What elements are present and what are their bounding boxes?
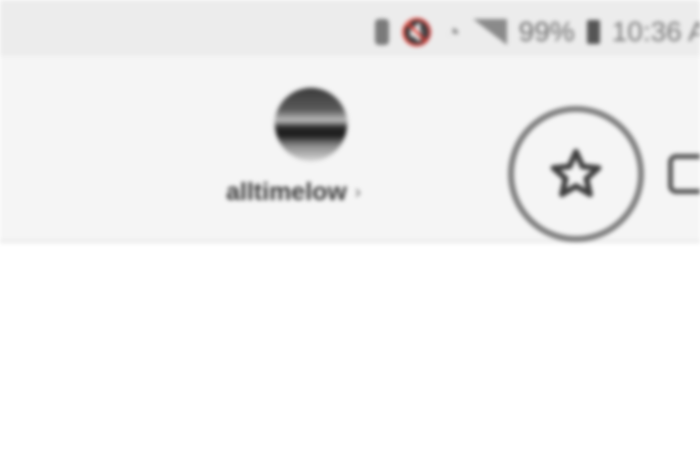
battery-icon — [586, 20, 600, 44]
username-row[interactable]: alltimelow › — [226, 178, 361, 207]
profile-header: alltimelow › — [0, 56, 700, 243]
username: alltimelow — [226, 178, 347, 206]
chevron-right-icon: › — [354, 182, 361, 202]
alarm-icon — [374, 19, 389, 45]
status-bar: 🔇 ◔ 99% 10:36 AM — [0, 0, 700, 56]
star-outline-icon — [550, 148, 602, 198]
wifi-icon: ◔ — [444, 16, 461, 47]
signal-icon — [472, 19, 507, 45]
battery-percent: 99% — [518, 16, 575, 47]
status-icons: 🔇 ◔ 99% 10:36 AM — [374, 12, 700, 52]
profile-switcher[interactable]: alltimelow › — [220, 86, 420, 216]
avatar[interactable] — [275, 88, 347, 160]
content-area — [0, 243, 700, 465]
mute-icon: 🔇 — [400, 16, 433, 47]
screen: 🔇 ◔ 99% 10:36 AM alltimelow › — [0, 0, 700, 465]
square-outline-icon[interactable] — [668, 154, 700, 194]
clock: 10:36 AM — [611, 16, 700, 47]
favorite-button[interactable] — [540, 138, 612, 210]
